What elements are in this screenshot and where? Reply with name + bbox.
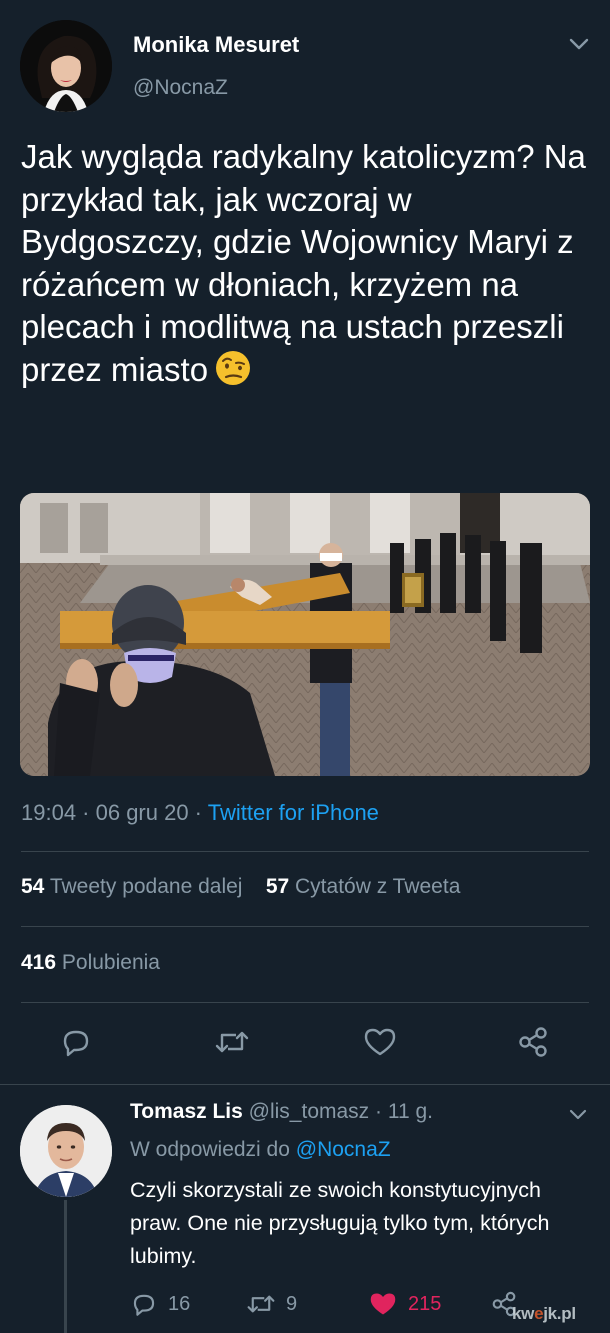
reply-author-handle[interactable]: @lis_tomasz — [249, 1100, 370, 1123]
reply-author-name[interactable]: Tomasz Lis — [130, 1100, 243, 1123]
quotes-label: Cytatów z Tweeta — [295, 875, 461, 898]
quotes-stat[interactable]: 57 Cytatów z Tweeta — [266, 875, 461, 898]
reply-to-mention[interactable]: @NocnaZ — [296, 1138, 391, 1161]
reply-to-label: W odpowiedzi do — [130, 1138, 296, 1161]
reply-author-avatar[interactable] — [20, 1105, 112, 1197]
reply-icon — [63, 1030, 89, 1057]
reply-reply-button[interactable]: 16 — [130, 1288, 190, 1320]
quotes-count: 57 — [265, 875, 290, 898]
watermark-part3: jk.pl — [543, 1304, 576, 1323]
retweet-icon — [215, 1031, 249, 1053]
likes-stat[interactable]: 416 Polubienia — [21, 951, 160, 975]
chevron-down-icon[interactable] — [568, 1108, 588, 1122]
reply-icon — [133, 1294, 155, 1316]
divider — [21, 926, 589, 927]
thread-line — [64, 1200, 67, 1333]
retweets-count: 54 — [21, 875, 45, 898]
author-name[interactable]: Monika Mesuret — [133, 32, 299, 58]
chevron-down-icon[interactable] — [568, 36, 590, 52]
retweets-stat[interactable]: 54 Tweety podane dalej — [21, 875, 242, 898]
retweet-button[interactable] — [210, 1020, 254, 1064]
divider — [21, 851, 589, 852]
retweet-quote-stats: 54 Tweety podane dalej 57 Cytatów z Twee… — [21, 875, 460, 899]
share-icon — [519, 1027, 547, 1057]
author-handle[interactable]: @NocnaZ — [133, 76, 228, 100]
watermark-part2: e — [534, 1304, 544, 1323]
reply-likes-count: 215 — [408, 1292, 442, 1315]
face-with-raised-eyebrow-icon — [216, 350, 251, 385]
heart-icon — [364, 1028, 396, 1056]
tweet-timestamp[interactable]: 19:04 · 06 gru 20 · — [21, 800, 208, 825]
reply-time: · 11 g. — [369, 1100, 433, 1123]
tweet-source-link[interactable]: Twitter for iPhone — [208, 800, 379, 825]
tweet-actions — [0, 1020, 610, 1068]
like-button[interactable] — [358, 1020, 402, 1064]
reply-to-line: W odpowiedzi do @NocnaZ — [130, 1138, 391, 1162]
tweet-meta: 19:04 · 06 gru 20 · Twitter for iPhone — [21, 800, 379, 826]
divider — [21, 1002, 589, 1003]
author-avatar[interactable] — [20, 20, 112, 112]
share-button[interactable] — [511, 1020, 555, 1064]
likes-label: Polubienia — [61, 951, 160, 974]
reply-retweet-button[interactable]: 9 — [246, 1288, 297, 1320]
reply-button[interactable] — [54, 1020, 98, 1064]
retweet-icon — [247, 1295, 275, 1313]
tweet-photo[interactable] — [20, 493, 590, 776]
reply-replies-count: 16 — [168, 1292, 191, 1315]
separator — [0, 1084, 610, 1085]
tweet-body: Jak wygląda radykalny katolicyzm? Na prz… — [21, 138, 586, 388]
reply-retweets-count: 9 — [286, 1292, 298, 1315]
likes-count: 416 — [21, 951, 57, 974]
tweet-text: Jak wygląda radykalny katolicyzm? Na prz… — [21, 136, 596, 391]
kwejk-watermark: kwejk.pl — [512, 1304, 576, 1324]
reply-like-button[interactable]: 215 — [368, 1288, 441, 1320]
heart-filled-icon — [370, 1293, 396, 1315]
reply-text: Czyli skorzystali ze swoich konstytucyjn… — [130, 1178, 550, 1268]
reply-header: Tomasz Lis @lis_tomasz · 11 g. — [130, 1100, 433, 1124]
watermark-part1: kw — [512, 1304, 535, 1323]
retweets-label: Tweety podane dalej — [49, 875, 243, 898]
